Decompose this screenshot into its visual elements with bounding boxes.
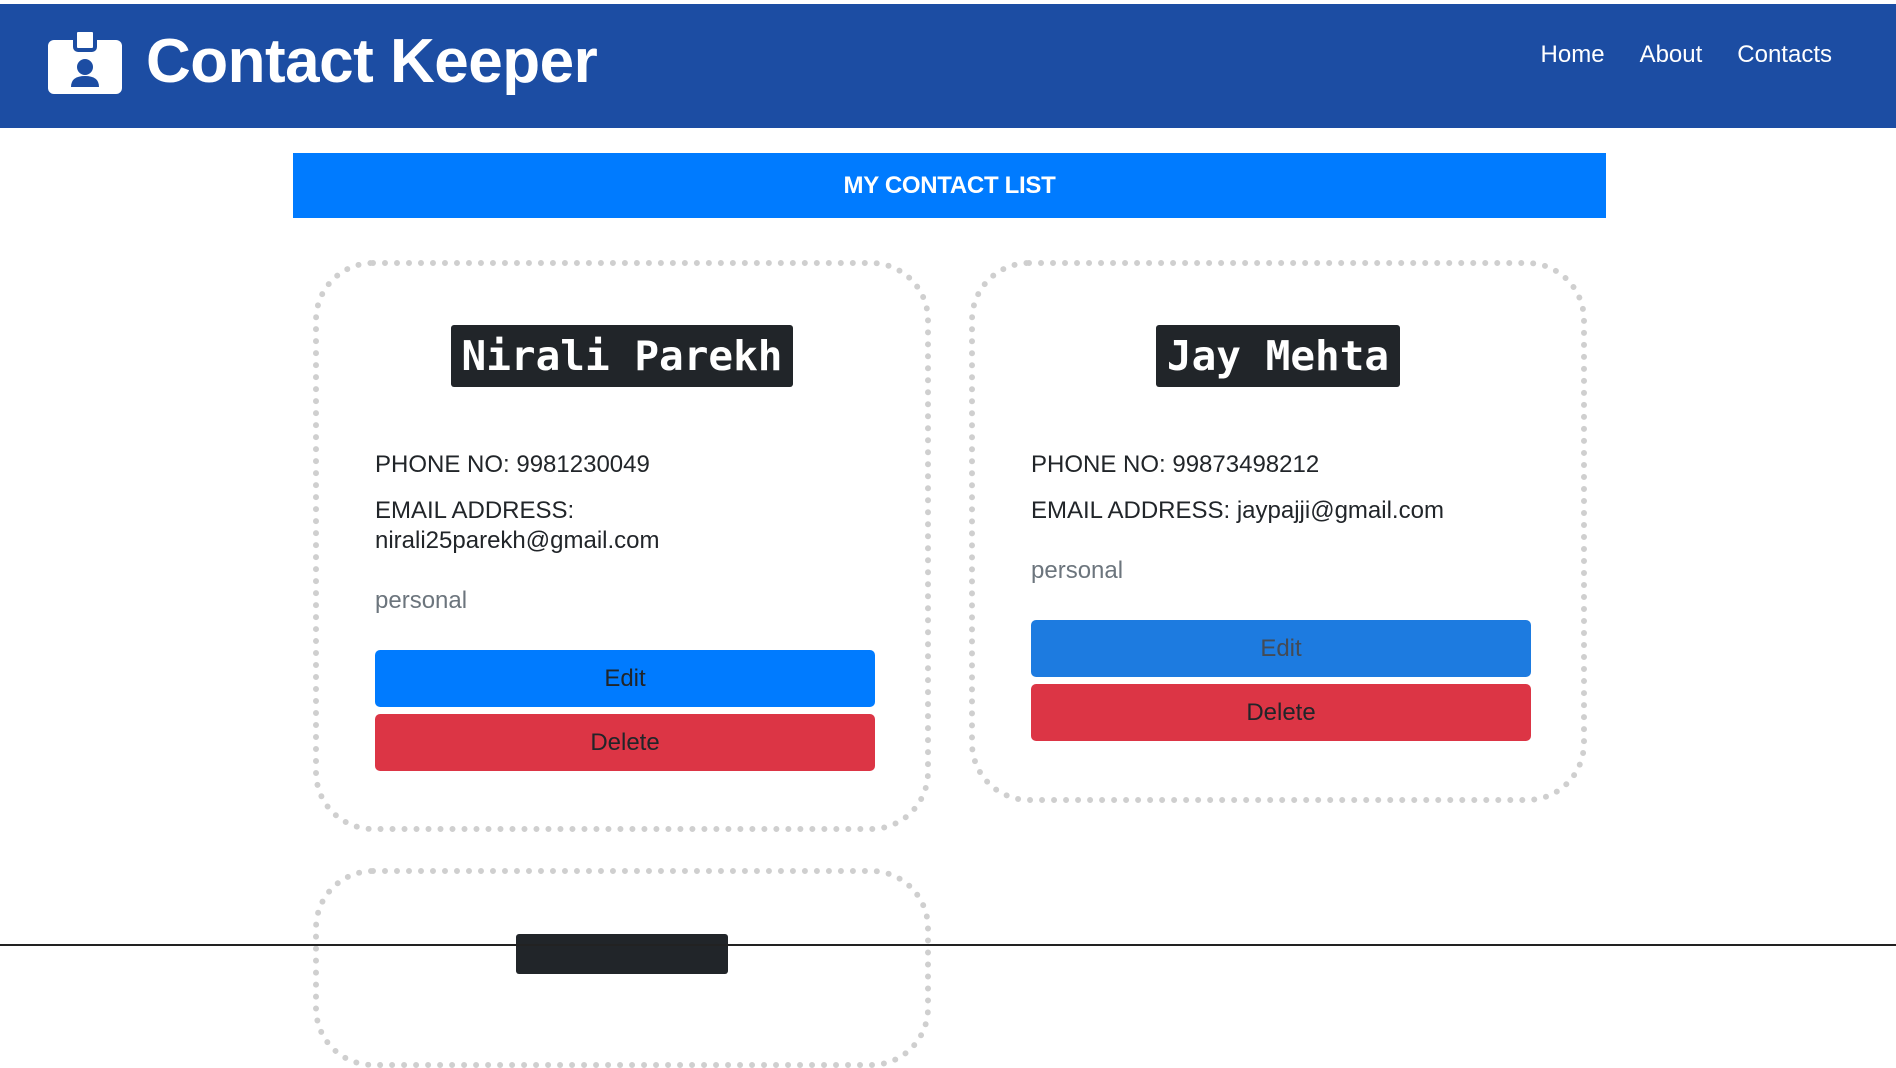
phone-value: 99873498212: [1172, 451, 1320, 478]
contact-type: personal: [1031, 557, 1124, 584]
delete-button[interactable]: Delete: [375, 714, 875, 771]
bottom-edge: [0, 944, 1896, 946]
nav-links: Home About Contacts: [1541, 40, 1832, 70]
email-value: jaypajji@gmail.com: [1236, 497, 1444, 524]
edit-button[interactable]: Edit: [375, 650, 875, 707]
phone-label: PHONE NO:: [1031, 451, 1166, 478]
id-badge-icon: [48, 30, 122, 94]
contact-name: Jay Mehta: [1155, 325, 1401, 387]
contact-name-wrap: Jay Mehta: [975, 325, 1581, 387]
contact-phone: PHONE NO: 99873498212: [1031, 450, 1541, 480]
app-title: Contact Keeper: [146, 27, 598, 96]
nav-home-link[interactable]: Home: [1541, 40, 1605, 70]
contact-card-partial: [313, 868, 931, 1068]
phone-value: 9981230049: [516, 451, 650, 478]
contact-email: EMAIL ADDRESS: jaypajji@gmail.com: [1031, 496, 1541, 526]
phone-label: PHONE NO:: [375, 451, 510, 478]
brand[interactable]: Contact Keeper: [48, 24, 598, 100]
nav-about-link[interactable]: About: [1640, 40, 1703, 70]
nav-contacts-link[interactable]: Contacts: [1737, 40, 1832, 70]
contact-name: Nirali Parekh: [450, 325, 794, 387]
contact-card: Nirali Parekh PHONE NO: 9981230049 EMAIL…: [313, 260, 931, 832]
contact-email: EMAIL ADDRESS: nirali25parekh@gmail.com: [375, 496, 885, 556]
edit-button[interactable]: Edit: [1031, 620, 1531, 677]
contact-name-partial: [516, 934, 728, 974]
contact-phone: PHONE NO: 9981230049: [375, 450, 885, 480]
navbar: Contact Keeper Home About Contacts: [0, 4, 1896, 128]
delete-button[interactable]: Delete: [1031, 684, 1531, 741]
email-value: nirali25parekh@gmail.com: [375, 527, 660, 554]
contact-card: Jay Mehta PHONE NO: 99873498212 EMAIL AD…: [969, 260, 1587, 803]
email-label: EMAIL ADDRESS:: [1031, 497, 1231, 524]
contact-name-wrap: Nirali Parekh: [319, 325, 925, 387]
email-label: EMAIL ADDRESS:: [375, 497, 575, 524]
contact-type: personal: [375, 587, 468, 614]
contact-list-header: MY CONTACT LIST: [293, 153, 1606, 218]
